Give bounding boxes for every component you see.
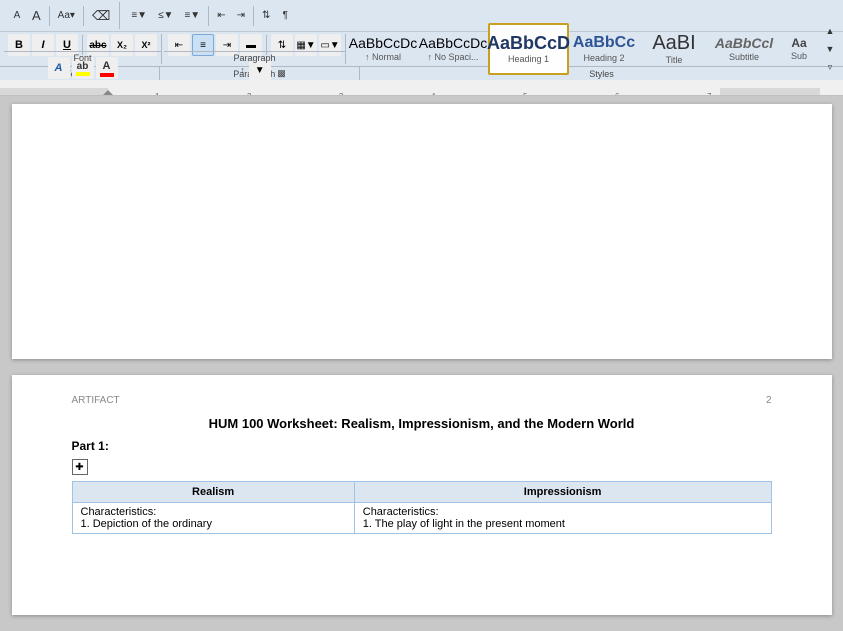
page-header: ARTIFACT 2 (72, 395, 772, 406)
page-1 (12, 104, 832, 359)
increase-indent-btn[interactable]: ⇥ (232, 5, 250, 27)
style-subtitle-label: Subtitle (729, 52, 759, 62)
styles-scroll-up-btn[interactable]: ▲ (821, 23, 839, 39)
comparison-table: Realism Impressionism Characteristics: 1… (72, 481, 772, 534)
style-sub-label: Sub (791, 51, 807, 61)
table-row: Characteristics: 1. Depiction of the ord… (72, 503, 771, 534)
sort-btn[interactable]: ⇅ (257, 5, 275, 27)
clear-format-btn[interactable]: ⌫ (87, 5, 115, 27)
header-right: 2 (766, 395, 772, 406)
style-heading2-label: Heading 2 (583, 53, 624, 63)
sep4 (253, 6, 254, 26)
style-no-spacing-preview: AaBbCcDc (419, 36, 487, 50)
page-2: ARTIFACT 2 HUM 100 Worksheet: Realism, I… (12, 375, 832, 615)
document-area: ARTIFACT 2 HUM 100 Worksheet: Realism, I… (0, 96, 843, 631)
style-sub-preview: Aa (791, 37, 806, 49)
style-heading2-preview: AaBbCc (573, 35, 635, 51)
realism-item1[interactable]: 1. Depiction of the ordinary (81, 518, 346, 530)
header-left: ARTIFACT (72, 395, 120, 406)
style-subtitle-preview: AaBbCcl (715, 36, 773, 50)
page-2-content: ARTIFACT 2 HUM 100 Worksheet: Realism, I… (12, 375, 832, 554)
decrease-indent-btn[interactable]: ⇤ (212, 5, 230, 27)
section-labels-bar: Font ▩ Paragraph ▩ Styles (0, 66, 843, 80)
font-section: B I U abc X₂ X² A ab A (4, 34, 162, 64)
font-size-large-btn[interactable]: A (27, 5, 46, 27)
font-quick-section: A A Aa▾ ⌫ (4, 2, 120, 29)
impressionism-char-header: Characteristics: (363, 506, 763, 518)
multilevel-btn[interactable]: ≡▼ (179, 5, 205, 27)
para-spacing-label: ↕ (238, 65, 247, 75)
col-realism-header: Realism (72, 482, 354, 503)
paragraph-section: ⇤ ≡ ⇥ ▬ ⇅ ▦▼ ▭▼ ↕ ▼ Paragraph (164, 34, 346, 64)
ruler: 1 2 3 4 5 6 7 (0, 80, 843, 96)
style-no-spacing-label: ↑ No Spaci... (427, 52, 478, 62)
paragraph-section-label: Paragraph (164, 51, 345, 64)
numbering-btn[interactable]: ≤▼ (153, 5, 178, 27)
svg-text:1: 1 (155, 92, 160, 97)
impressionism-cell[interactable]: Characteristics: 1. The play of light in… (354, 503, 771, 534)
bullets-btn[interactable]: ≡▼ (126, 5, 152, 27)
table-move-handle[interactable]: ✚ (72, 459, 88, 475)
part1-label[interactable]: Part 1: (72, 439, 772, 453)
col-impressionism-header: Impressionism (354, 482, 771, 503)
sep2 (83, 6, 84, 26)
font-color-bar (100, 73, 114, 77)
styles-section-bottom: Styles (589, 69, 614, 79)
ruler-svg: 1 2 3 4 5 6 7 (0, 88, 820, 97)
svg-text:4: 4 (431, 92, 436, 97)
sep3 (208, 6, 209, 26)
ribbon: A A Aa▾ ⌫ ≡▼ ≤▼ ≡▼ ⇤ ⇥ ⇅ ¶ B I U (0, 0, 843, 80)
styles-scroll-down-btn[interactable]: ▼ (821, 41, 839, 57)
svg-text:7: 7 (707, 92, 712, 97)
realism-cell[interactable]: Characteristics: 1. Depiction of the ord… (72, 503, 354, 534)
table-anchor-row: ✚ (72, 459, 772, 479)
style-normal-preview: AaBbCcDc (349, 36, 417, 50)
sep1 (49, 6, 50, 26)
font-section-label: Font (4, 51, 161, 64)
style-title-label: Title (666, 55, 683, 65)
svg-text:3: 3 (339, 92, 344, 97)
impressionism-item1[interactable]: 1. The play of light in the present mome… (363, 518, 763, 530)
style-heading1-label: Heading 1 (508, 54, 549, 64)
document-title[interactable]: HUM 100 Worksheet: Realism, Impressionis… (72, 416, 772, 431)
ribbon-toolbar-row2: B I U abc X₂ X² A ab A (0, 32, 843, 66)
font-size-small-btn[interactable]: A (8, 5, 26, 27)
paragraph-expand-icon[interactable]: ▩ (277, 68, 286, 79)
show-formatting-btn[interactable]: ¶ (276, 5, 294, 27)
svg-text:2: 2 (247, 92, 252, 97)
style-heading1-preview: AaBbCcD (487, 34, 570, 52)
change-case-btn[interactable]: Aa▾ (53, 5, 80, 27)
svg-text:6: 6 (615, 92, 620, 97)
list-section: ≡▼ ≤▼ ≡▼ ⇤ ⇥ ⇅ ¶ (122, 2, 298, 29)
style-title-preview: AaBI (652, 33, 695, 53)
svg-text:5: 5 (523, 92, 528, 97)
realism-char-header: Characteristics: (81, 506, 346, 518)
left-indent-lower[interactable] (102, 96, 114, 97)
style-normal-label: ↑ Normal (365, 52, 401, 62)
